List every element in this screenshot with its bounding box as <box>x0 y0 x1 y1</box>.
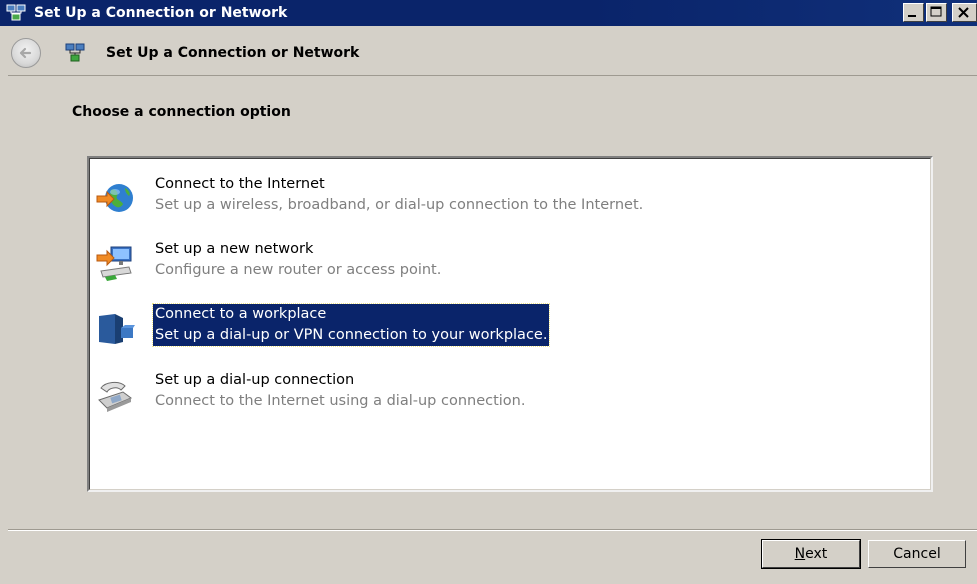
close-button[interactable] <box>952 3 977 22</box>
maximize-button[interactable] <box>926 3 947 22</box>
title-bar: Set Up a Connection or Network <box>0 0 977 26</box>
footer-divider-highlight <box>8 530 977 531</box>
next-button-mnemonic: N <box>794 546 806 562</box>
option-title: Connect to a workplace <box>155 306 327 322</box>
back-button[interactable] <box>11 38 41 68</box>
section-heading: Choose a connection option <box>72 104 291 120</box>
dialup-phone-icon <box>95 374 135 414</box>
option-text: Connect to the Internet Set up a wireles… <box>153 174 645 216</box>
page-title: Set Up a Connection or Network <box>106 45 360 61</box>
option-title: Set up a dial-up connection <box>155 372 355 388</box>
option-dialup[interactable]: Set up a dial-up connection Connect to t… <box>95 370 925 418</box>
cancel-button[interactable]: Cancel <box>868 540 966 568</box>
option-description: Set up a wireless, broadband, or dial-up… <box>155 197 644 213</box>
minimize-button[interactable] <box>903 3 924 22</box>
option-connect-workplace[interactable]: Connect to a workplace Set up a dial-up … <box>95 303 925 352</box>
option-text: Set up a dial-up connection Connect to t… <box>153 370 527 412</box>
internet-globe-icon <box>95 178 135 218</box>
option-text: Connect to a workplace Set up a dial-up … <box>151 303 551 347</box>
network-setup-icon <box>6 3 26 23</box>
connection-option-list[interactable]: Connect to the Internet Set up a wireles… <box>87 156 933 492</box>
network-setup-icon <box>64 42 86 64</box>
option-description: Connect to the Internet using a dial-up … <box>155 393 526 409</box>
option-description: Configure a new router or access point. <box>155 262 442 278</box>
option-new-network[interactable]: Set up a new network Configure a new rou… <box>95 239 925 287</box>
window-title: Set Up a Connection or Network <box>34 5 288 21</box>
option-text: Set up a new network Configure a new rou… <box>153 239 443 281</box>
next-button-label: ext <box>805 546 828 562</box>
option-description: Set up a dial-up or VPN connection to yo… <box>155 327 548 343</box>
wizard-header: Set Up a Connection or Network <box>0 26 977 76</box>
option-title: Set up a new network <box>155 241 314 257</box>
header-divider <box>8 75 977 76</box>
option-title: Connect to the Internet <box>155 176 325 192</box>
workplace-building-icon <box>95 308 135 348</box>
next-button[interactable]: Next <box>761 539 861 569</box>
option-connect-internet[interactable]: Connect to the Internet Set up a wireles… <box>95 174 925 222</box>
cancel-button-label: Cancel <box>893 546 941 562</box>
new-network-router-icon <box>95 243 135 283</box>
